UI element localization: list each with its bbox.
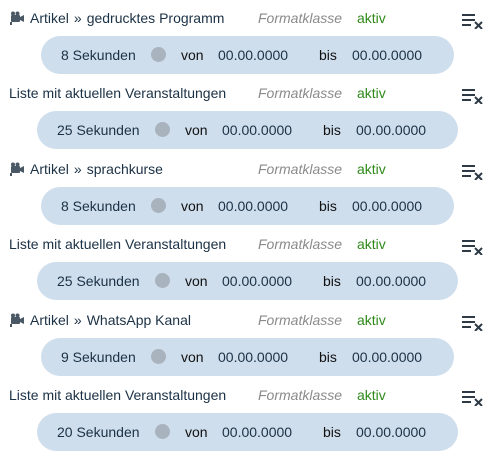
entry-title[interactable]: Artikel » sprachkurse [9,161,163,177]
entry-separator: » [73,161,82,177]
status-label[interactable]: aktiv [357,387,386,403]
toggle-dot[interactable] [151,349,166,364]
format-class-label[interactable]: Formatklasse [258,387,342,403]
format-class-label[interactable]: Formatklasse [258,85,342,101]
duration-value[interactable]: 20 Sekunden [57,424,140,440]
duration-value[interactable]: 8 Sekunden [61,47,136,63]
playlist: Artikel » gedrucktes Programm Formatklas… [0,0,495,457]
toggle-dot[interactable] [151,47,166,62]
toggle-dot[interactable] [155,122,170,137]
entry-name: Liste mit aktuellen Veranstaltungen [9,387,227,403]
from-date-value[interactable]: 00.00.0000 [222,273,292,289]
toggle-dot[interactable] [155,273,170,288]
schedule-pill: 25 Sekunden von 00.00.0000 bis 00.00.000… [37,111,458,149]
status-label[interactable]: aktiv [357,312,386,328]
toggle-dot[interactable] [155,424,170,439]
film-camera-icon [9,313,25,327]
duration-value[interactable]: 25 Sekunden [57,122,140,138]
schedule-pill: 9 Sekunden von 00.00.0000 bis 00.00.0000 [41,338,454,376]
from-label: von [181,47,204,63]
to-label: bis [319,47,337,63]
entry-name: WhatsApp Kanal [86,312,191,328]
entry-header: Liste mit aktuellen Veranstaltungen Form… [0,383,495,407]
playlist-entry-article: Artikel » sprachkurse Formatklasse aktiv… [0,157,495,233]
from-label: von [181,198,204,214]
entry-separator: » [73,10,82,26]
format-class-label[interactable]: Formatklasse [258,10,342,26]
status-label[interactable]: aktiv [357,161,386,177]
from-date-value[interactable]: 00.00.0000 [218,47,288,63]
remove-list-item-icon[interactable] [462,239,484,255]
to-label: bis [319,198,337,214]
from-date-value[interactable]: 00.00.0000 [218,349,288,365]
from-date-value[interactable]: 00.00.0000 [222,424,292,440]
entry-prefix: Artikel [30,312,69,328]
entry-title[interactable]: Artikel » gedrucktes Programm [9,10,224,26]
entry-header: Artikel » gedrucktes Programm Formatklas… [0,6,495,30]
to-date-value[interactable]: 00.00.0000 [356,424,426,440]
playlist-entry-article: Artikel » gedrucktes Programm Formatklas… [0,6,495,82]
duration-value[interactable]: 25 Sekunden [57,273,140,289]
entry-separator: » [73,312,82,328]
remove-list-item-icon[interactable] [462,13,484,29]
to-date-value[interactable]: 00.00.0000 [352,198,422,214]
toggle-dot[interactable] [151,198,166,213]
entry-title[interactable]: Artikel » WhatsApp Kanal [9,312,191,328]
entry-title[interactable]: Liste mit aktuellen Veranstaltungen [9,236,226,252]
to-date-value[interactable]: 00.00.0000 [352,47,422,63]
to-label: bis [323,273,341,289]
playlist-entry-events: Liste mit aktuellen Veranstaltungen Form… [0,81,495,157]
from-label: von [181,349,204,365]
remove-list-item-icon[interactable] [462,390,484,406]
playlist-entry-article: Artikel » WhatsApp Kanal Formatklasse ak… [0,308,495,384]
from-label: von [185,122,208,138]
status-label[interactable]: aktiv [357,236,386,252]
from-date-value[interactable]: 00.00.0000 [222,122,292,138]
remove-list-item-icon[interactable] [462,164,484,180]
entry-title[interactable]: Liste mit aktuellen Veranstaltungen [9,387,226,403]
remove-list-item-icon[interactable] [462,88,484,104]
status-label[interactable]: aktiv [357,10,386,26]
schedule-pill: 25 Sekunden von 00.00.0000 bis 00.00.000… [37,262,458,300]
format-class-label[interactable]: Formatklasse [258,312,342,328]
to-label: bis [323,122,341,138]
entry-header: Liste mit aktuellen Veranstaltungen Form… [0,232,495,256]
from-label: von [185,424,208,440]
entry-title[interactable]: Liste mit aktuellen Veranstaltungen [9,85,226,101]
playlist-entry-events: Liste mit aktuellen Veranstaltungen Form… [0,383,495,457]
entry-header: Liste mit aktuellen Veranstaltungen Form… [0,81,495,105]
from-label: von [185,273,208,289]
format-class-label[interactable]: Formatklasse [258,236,342,252]
duration-value[interactable]: 9 Sekunden [61,349,136,365]
entry-name: sprachkurse [86,161,163,177]
format-class-label[interactable]: Formatklasse [258,161,342,177]
to-date-value[interactable]: 00.00.0000 [356,273,426,289]
entry-prefix: Artikel [30,161,69,177]
playlist-entry-events: Liste mit aktuellen Veranstaltungen Form… [0,232,495,308]
to-label: bis [319,349,337,365]
film-camera-icon [9,11,25,25]
entry-header: Artikel » WhatsApp Kanal Formatklasse ak… [0,308,495,332]
to-date-value[interactable]: 00.00.0000 [352,349,422,365]
schedule-pill: 8 Sekunden von 00.00.0000 bis 00.00.0000 [41,187,454,225]
film-camera-icon [9,162,25,176]
from-date-value[interactable]: 00.00.0000 [218,198,288,214]
to-label: bis [323,424,341,440]
entry-name: Liste mit aktuellen Veranstaltungen [9,236,227,252]
schedule-pill: 20 Sekunden von 00.00.0000 bis 00.00.000… [37,413,458,451]
entry-prefix: Artikel [30,10,69,26]
status-label[interactable]: aktiv [357,85,386,101]
schedule-pill: 8 Sekunden von 00.00.0000 bis 00.00.0000 [41,36,454,74]
duration-value[interactable]: 8 Sekunden [61,198,136,214]
remove-list-item-icon[interactable] [462,315,484,331]
entry-name: gedrucktes Programm [86,10,225,26]
entry-name: Liste mit aktuellen Veranstaltungen [9,85,227,101]
entry-header: Artikel » sprachkurse Formatklasse aktiv [0,157,495,181]
to-date-value[interactable]: 00.00.0000 [356,122,426,138]
